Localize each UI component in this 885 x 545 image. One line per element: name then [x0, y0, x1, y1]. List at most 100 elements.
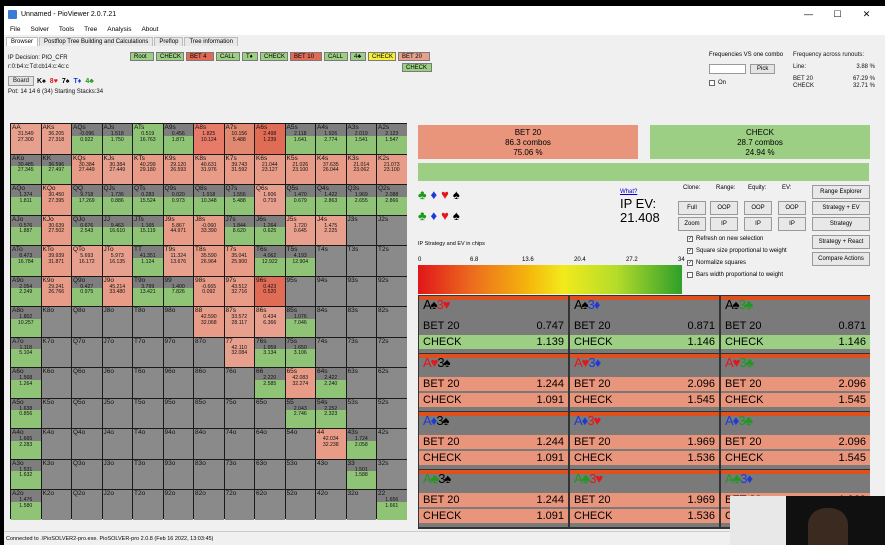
strategy-button[interactable]: Strategy [812, 217, 870, 231]
hand-cell[interactable]: A5o 1.638 0.856 [11, 398, 41, 428]
hand-cell[interactable]: 76o [224, 368, 254, 398]
hand-cell[interactable]: 82o [194, 490, 224, 520]
hand-cell[interactable]: J5o [102, 398, 132, 428]
hand-cell[interactable]: T2s [377, 246, 407, 276]
on-checkbox[interactable] [709, 80, 715, 86]
hand-cell[interactable]: T4o [133, 429, 163, 459]
hand-cell[interactable]: T9s 11.324 13.676 [163, 246, 193, 276]
clone-full-button[interactable]: Full [678, 201, 706, 215]
hand-cell[interactable]: J7s 1.844 8.620 [224, 215, 254, 245]
hand-cell[interactable]: T9o 3.799 13.421 [133, 276, 163, 306]
hand-cell[interactable]: 63o [255, 459, 285, 489]
hand-cell[interactable]: AA 31.549 27.300 [11, 124, 41, 154]
hand-cell[interactable]: A5s 2.118 1.641 [285, 124, 315, 154]
runout-cell[interactable]: A♦3♣ BET 20 2.096 CHECK 1.545 [721, 412, 870, 469]
hand-cell[interactable]: 85o [194, 398, 224, 428]
tree-node[interactable]: BET 20 [398, 52, 430, 61]
hand-cell[interactable]: 86o [194, 368, 224, 398]
option-checkbox[interactable]: ✓ [687, 248, 693, 254]
hand-cell[interactable]: KTs 40.299 29.180 [133, 154, 163, 184]
tree-node[interactable]: CHECK [402, 63, 432, 72]
hand-cell[interactable]: 66 2.220 2.585 [255, 368, 285, 398]
tab-preflop[interactable]: Preflop [154, 37, 184, 46]
hand-cell[interactable]: K4s 37.635 26.044 [316, 154, 346, 184]
runout-cell[interactable]: A♦3♠ BET 20 1.244 CHECK 1.091 [419, 412, 568, 469]
hand-cell[interactable]: 77 42.110 32.084 [224, 337, 254, 367]
hand-cell[interactable]: K8s 40.631 31.976 [194, 154, 224, 184]
hand-cell[interactable]: T5s 4.193 12.904 [285, 246, 315, 276]
hand-cell[interactable]: 73o [224, 459, 254, 489]
hand-cell[interactable]: 73s [346, 337, 376, 367]
option-checkbox[interactable]: ✓ [687, 236, 693, 242]
what-link[interactable]: What? [620, 189, 637, 195]
hand-cell[interactable]: 72s [377, 337, 407, 367]
tree-node[interactable]: CHECK [260, 52, 288, 61]
hand-cell[interactable]: K7s 39.743 31.592 [224, 154, 254, 184]
hand-cell[interactable]: K9s 29.120 26.593 [163, 154, 193, 184]
bet-summary[interactable]: BET 20 86.3 combos 75.06 % [418, 125, 638, 159]
suit-toggle-icon[interactable]: ♦ [431, 187, 438, 202]
tree-node[interactable]: CHECK [368, 52, 396, 61]
hand-cell[interactable]: K5s 21.026 23.100 [285, 154, 315, 184]
hand-cell[interactable]: 65s 42.083 32.274 [285, 368, 315, 398]
hand-cell[interactable]: 96o [163, 368, 193, 398]
strategy-ev-button[interactable]: Strategy + EV [812, 201, 870, 215]
hand-cell[interactable]: 87o [194, 337, 224, 367]
hand-cell[interactable]: Q5s 1.470 0.679 [285, 185, 315, 215]
suit-toggle-icon[interactable]: ♣ [418, 208, 427, 223]
hand-cell[interactable]: T2o [133, 490, 163, 520]
hand-cell[interactable]: 62o [255, 490, 285, 520]
hand-cell[interactable]: 64o [255, 429, 285, 459]
hand-cell[interactable]: 84s [316, 307, 346, 337]
hand-cell[interactable]: KK 36.596 27.497 [41, 154, 71, 184]
hand-cell[interactable]: 83o [194, 459, 224, 489]
hand-cell[interactable]: K3o [41, 459, 71, 489]
hand-cell[interactable]: 88 42.590 32.068 [194, 307, 224, 337]
suit-toggle-icon[interactable]: ♥ [441, 208, 449, 223]
hand-cell[interactable]: J4o [102, 429, 132, 459]
maximize-button[interactable]: ☐ [823, 7, 852, 21]
hand-cell[interactable]: 95s [285, 276, 315, 306]
clone-zoom-button[interactable]: Zoom [678, 217, 706, 231]
hand-cell[interactable]: 44 42.034 32.238 [316, 429, 346, 459]
range-oop-button[interactable]: OOP [710, 201, 738, 215]
tab-postflop-tree[interactable]: Postflop Tree Building and Calculations [39, 37, 154, 46]
hand-cell[interactable]: 98o [163, 307, 193, 337]
hand-cell[interactable]: T3o [133, 459, 163, 489]
hand-cell[interactable]: 85s 1.076 7.046 [285, 307, 315, 337]
suit-toggle-icon[interactable]: ♠ [453, 208, 460, 223]
hand-cell[interactable]: Q4s 1.422 2.863 [316, 185, 346, 215]
hand-cell[interactable]: A2s 2.123 1.547 [377, 124, 407, 154]
hand-cell[interactable]: KTo 39.939 31.871 [41, 246, 71, 276]
hand-cell[interactable]: Q9o 0.427 0.975 [72, 276, 102, 306]
hand-cell[interactable]: 92o [163, 490, 193, 520]
hand-cell[interactable]: Q6s 1.606 0.719 [255, 185, 285, 215]
strategy-react-button[interactable]: Strategy + React [812, 235, 870, 249]
hand-cell[interactable]: KQs 30.384 27.449 [72, 154, 102, 184]
runout-cell[interactable]: A♠3♦ BET 20 0.871 CHECK 1.146 [570, 296, 719, 353]
hand-cell[interactable]: 97s 43.512 32.716 [224, 276, 254, 306]
tree-node[interactable]: T♦ [242, 52, 258, 61]
suit-toggle-icon[interactable]: ♥ [441, 187, 449, 202]
hand-cell[interactable]: J3s [346, 215, 376, 245]
hand-cell[interactable]: JTs 1.165 15.119 [133, 215, 163, 245]
hand-cell[interactable]: K3s 21.014 23.062 [346, 154, 376, 184]
hand-cell[interactable]: 98s -0.665 0.092 [194, 276, 224, 306]
option-checkbox[interactable]: ✓ [687, 260, 693, 266]
suit-toggle-icon[interactable]: ♠ [453, 187, 460, 202]
hand-cell[interactable]: K7o [41, 337, 71, 367]
menu-tools[interactable]: Tools [59, 26, 74, 33]
menu-file[interactable]: File [10, 26, 20, 33]
hand-cell[interactable]: AJo 0.576 1.887 [11, 215, 41, 245]
hand-cell[interactable]: 22 1.656 1.661 [377, 490, 407, 520]
hand-cell[interactable]: T8o [133, 307, 163, 337]
hand-cell[interactable]: KJo 30.639 27.502 [41, 215, 71, 245]
hand-cell[interactable]: T3s [346, 246, 376, 276]
hand-cell[interactable]: 87s 33.572 28.117 [224, 307, 254, 337]
hand-cell[interactable]: 82s [377, 307, 407, 337]
hand-cell[interactable]: J7o [102, 337, 132, 367]
hand-cell[interactable]: 84o [194, 429, 224, 459]
hand-cell[interactable]: T8s 35.590 26.964 [194, 246, 224, 276]
hand-cell[interactable]: J9o 45.214 33.480 [102, 276, 132, 306]
hand-cell[interactable]: A2o 1.476 1.580 [11, 490, 41, 520]
